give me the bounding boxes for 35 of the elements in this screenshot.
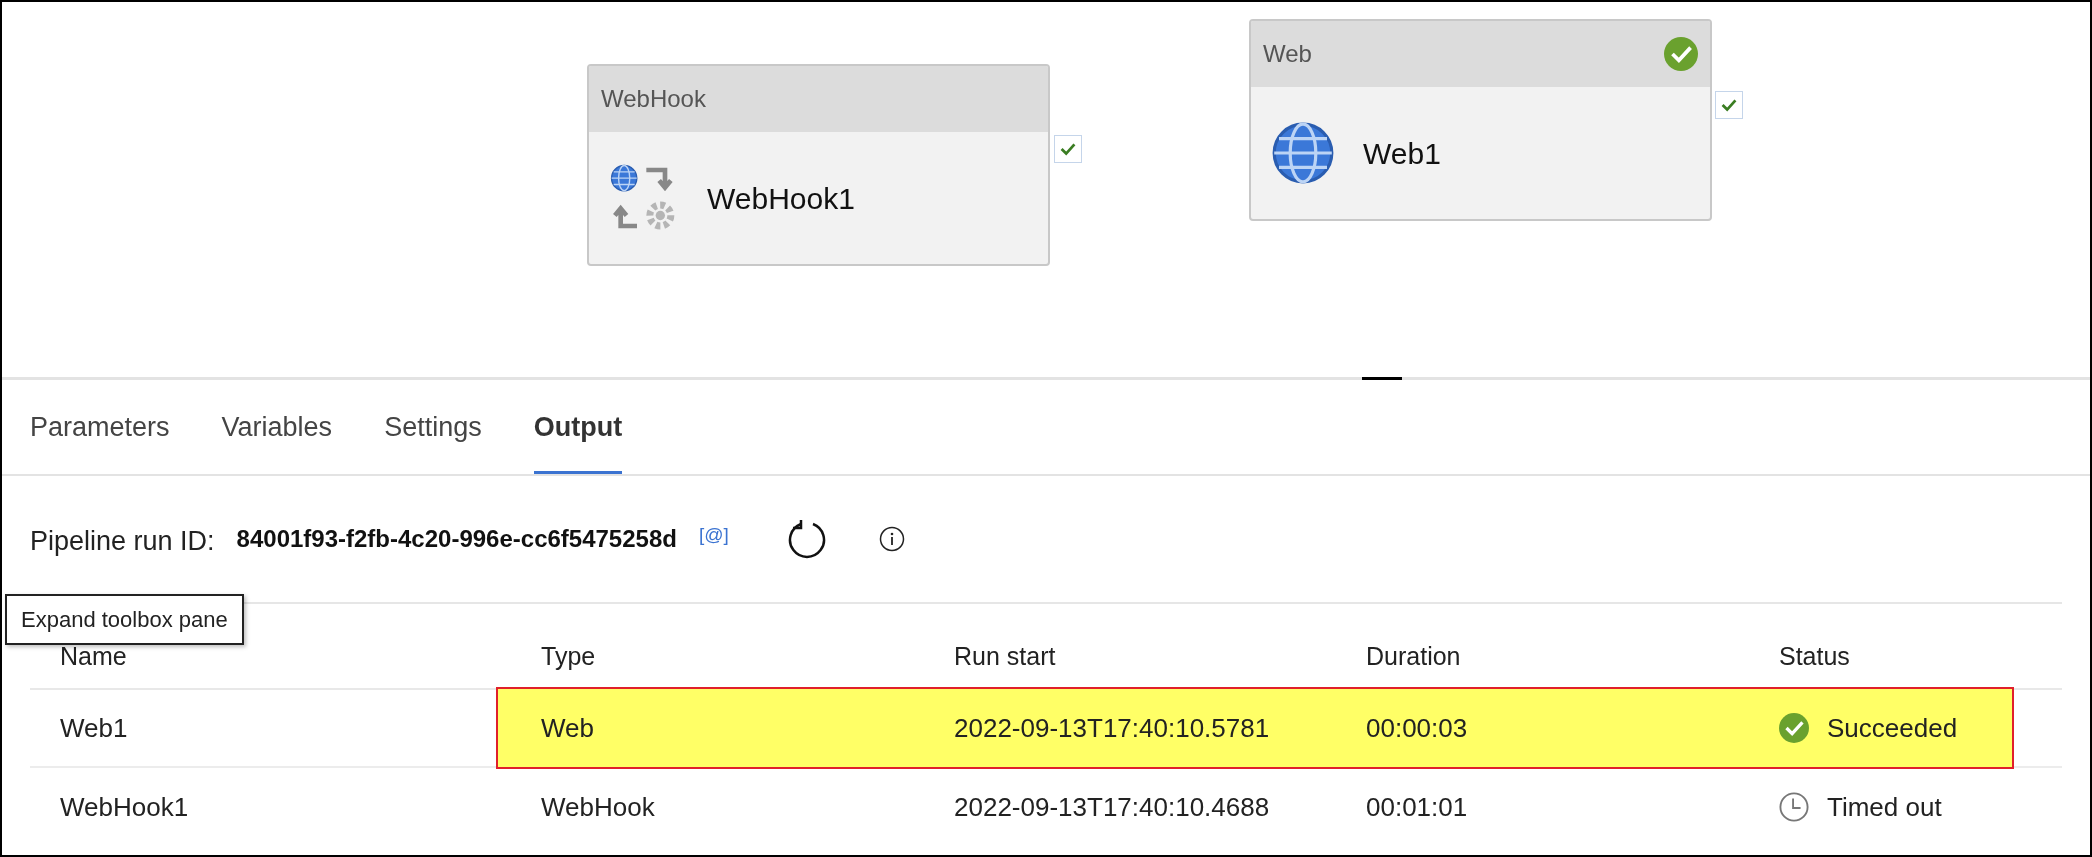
success-check-icon [1779, 713, 1809, 743]
table-cell-text: 2022-09-13T17:40:10.4688 [953, 790, 1271, 824]
tab[interactable]: Variables [221, 380, 333, 474]
table-cell-text: Web [540, 711, 595, 745]
node-name: WebHook1 [707, 180, 855, 217]
table-cell-text: WebHook [540, 790, 656, 824]
output-check-icon[interactable] [1715, 91, 1743, 119]
column-header: Type [540, 641, 597, 673]
column-header: Status [1778, 641, 1851, 673]
table-cell-text: 00:00:03 [1365, 711, 1469, 745]
clock-icon [1779, 792, 1809, 822]
tab[interactable]: Output [533, 380, 623, 474]
table-cell-text: Web1 [59, 711, 129, 745]
table-cell-text: 2022-09-13T17:40:10.5781 [953, 711, 1271, 745]
table-cell-text: WebHook1 [59, 790, 190, 824]
activity-node[interactable]: WebHook WebHook1 [587, 64, 1050, 266]
tooltip: Expand toolbox pane [5, 594, 244, 645]
run-id-label: Pipeline run ID: [30, 524, 215, 558]
info-icon[interactable] [878, 526, 905, 552]
status-text: Timed out [1827, 790, 1942, 824]
refresh-icon[interactable] [786, 519, 827, 559]
tab[interactable]: Parameters [30, 380, 170, 474]
activity-node[interactable]: Web Web1 [1249, 19, 1712, 221]
tab[interactable]: Settings [384, 380, 482, 474]
output-check-icon[interactable] [1054, 135, 1082, 163]
column-header: Run start [953, 641, 1057, 673]
node-name: Web1 [1363, 135, 1441, 172]
run-id-value: 84001f93-f2fb-4c20-996e-cc6f5475258d [236, 524, 677, 554]
node-type-label: Web [1263, 39, 1312, 69]
globe-icon [1271, 121, 1335, 185]
copy-link[interactable]: [@] [698, 520, 729, 550]
column-header: Duration [1365, 641, 1462, 673]
status-text: Succeeded [1827, 711, 1958, 745]
node-type-label: WebHook [601, 84, 706, 114]
table-cell-text: 00:01:01 [1365, 790, 1469, 824]
